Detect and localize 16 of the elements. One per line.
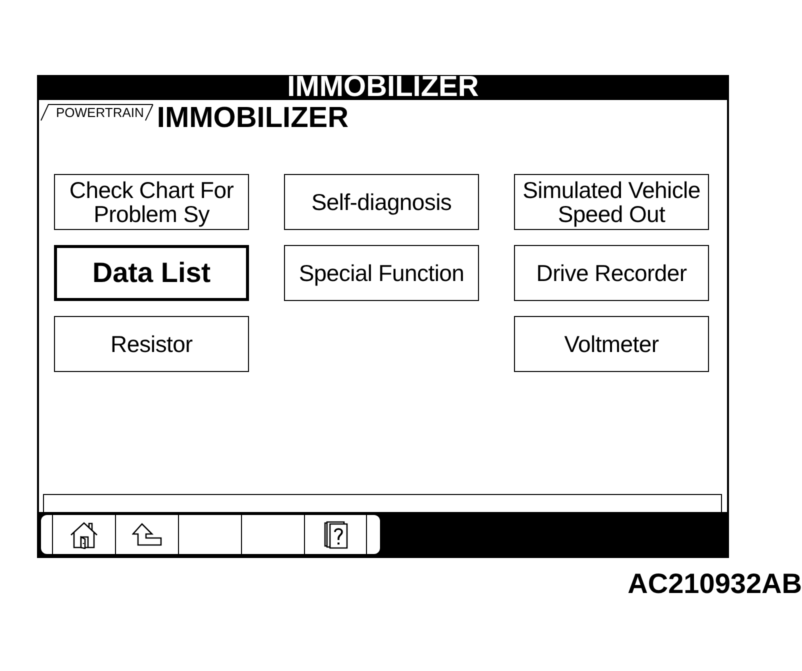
menu-button[interactable]: Check Chart For Problem Sy — [54, 174, 249, 230]
screen-heading: IMMOBILIZER — [156, 104, 349, 133]
menu-button[interactable]: Special Function — [284, 245, 479, 301]
return-arrow-icon — [132, 523, 162, 546]
menu-button[interactable]: Self-diagnosis — [284, 174, 479, 230]
house-icon — [70, 520, 98, 548]
figure-code: AC210932AB — [628, 570, 802, 598]
menu-button[interactable]: Data List — [54, 245, 249, 301]
menu-button[interactable]: Voltmeter — [514, 316, 709, 372]
menu-button[interactable]: Drive Recorder — [514, 245, 709, 301]
system-tab[interactable]: POWERTRAIN — [40, 104, 154, 121]
toolbar-button[interactable] — [304, 515, 367, 554]
screen-title: IMMOBILIZER — [287, 75, 479, 100]
menu-button[interactable]: Resistor — [54, 316, 249, 372]
help-book-icon — [324, 520, 348, 548]
menu-button[interactable]: Simulated Vehicle Speed Out — [514, 174, 709, 230]
